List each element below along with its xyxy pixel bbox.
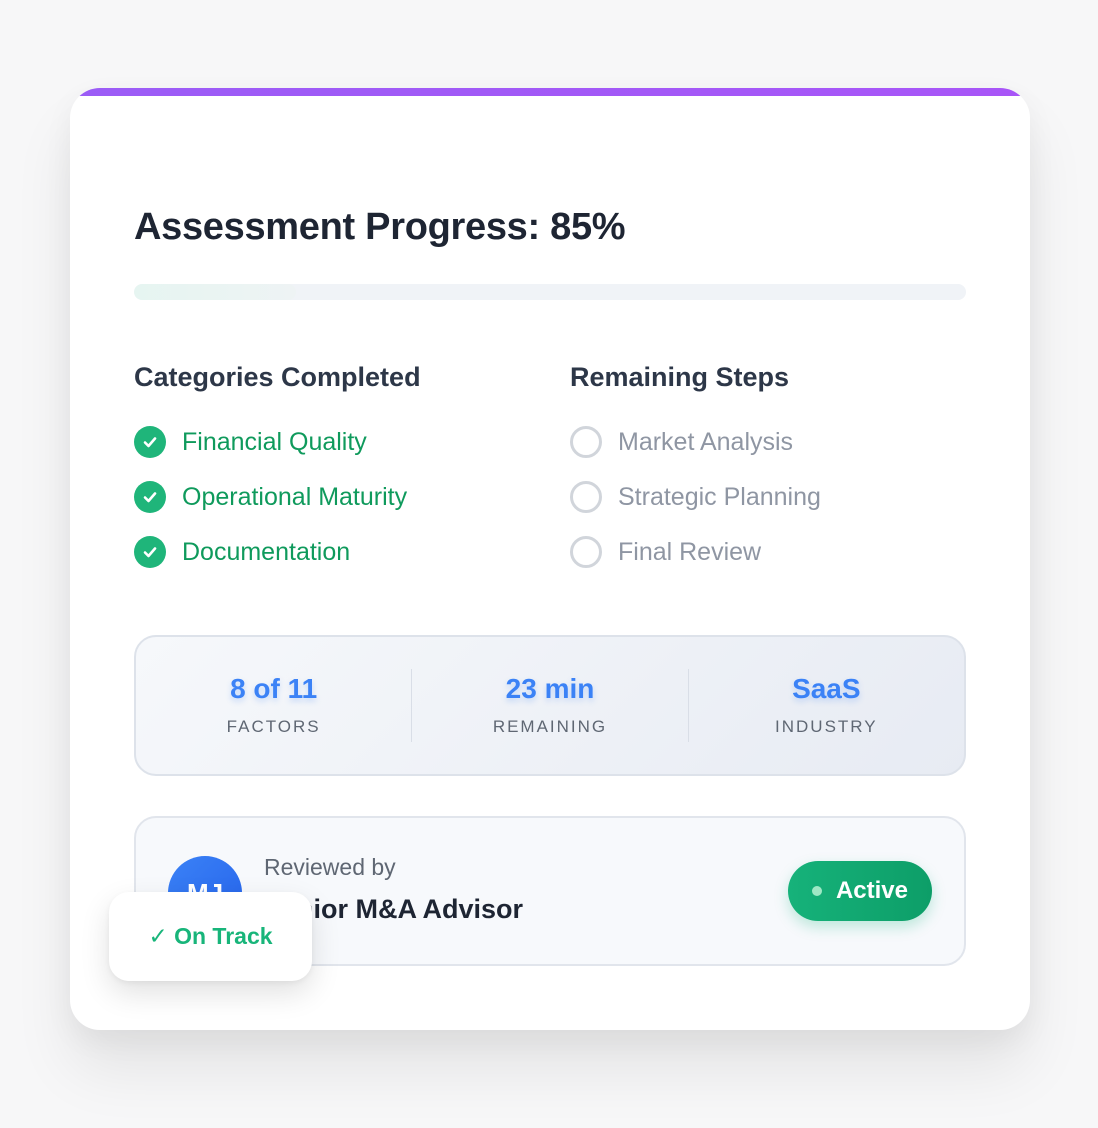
empty-circle-icon (570, 426, 602, 458)
stat-remaining: 23 min REMAINING (412, 669, 689, 742)
check-circle-icon (134, 536, 166, 568)
list-item-label: Documentation (182, 537, 351, 566)
empty-circle-icon (570, 536, 602, 568)
stat-industry: SaaS INDUSTRY (689, 669, 964, 742)
remaining-heading: Remaining Steps (570, 362, 790, 392)
list-item-label: Final Review (618, 537, 762, 566)
reviewer-label: Reviewed by (264, 854, 396, 880)
list-item: Final Review (570, 536, 821, 568)
status-dot-icon (811, 886, 822, 896)
list-item-label: Market Analysis (618, 427, 794, 456)
list-item-label: Strategic Planning (618, 482, 821, 511)
page-title: Assessment Progress: 85% (134, 206, 626, 248)
completed-list: Financial Quality Operational Maturity D… (134, 426, 407, 591)
stat-label: INDUSTRY (775, 717, 878, 736)
stat-factors: 8 of 11 FACTORS (136, 669, 413, 742)
list-item-label: Operational Maturity (182, 482, 408, 511)
list-item: Operational Maturity (134, 481, 407, 513)
list-item: Strategic Planning (570, 481, 821, 513)
progress-bar (134, 284, 966, 300)
check-circle-icon (134, 481, 166, 513)
list-item: Financial Quality (134, 426, 407, 458)
stat-label: REMAINING (492, 717, 608, 736)
completed-heading: Categories Completed (134, 362, 421, 392)
progress-fill (134, 284, 297, 300)
list-item: Documentation (134, 536, 407, 568)
stat-value: 8 of 11 (230, 673, 318, 704)
stat-label: FACTORS (226, 717, 321, 736)
stats-panel: 8 of 11 FACTORS 23 min REMAINING SaaS IN… (134, 635, 966, 776)
status-label: Active (835, 877, 909, 904)
empty-circle-icon (570, 481, 602, 513)
status-badge[interactable]: Active (788, 861, 932, 921)
list-item-label: Financial Quality (182, 427, 367, 456)
assessment-card: Assessment Progress: 85% Categories Comp… (70, 88, 1030, 1030)
remaining-list: Market Analysis Strategic Planning Final… (570, 426, 821, 591)
list-item: Market Analysis (570, 426, 821, 458)
stat-value: 23 min (505, 673, 595, 704)
on-track-badge: ✓ On Track (109, 892, 312, 981)
check-circle-icon (134, 426, 166, 458)
card-accent-bar (70, 88, 1030, 96)
stat-value: SaaS (792, 673, 861, 704)
